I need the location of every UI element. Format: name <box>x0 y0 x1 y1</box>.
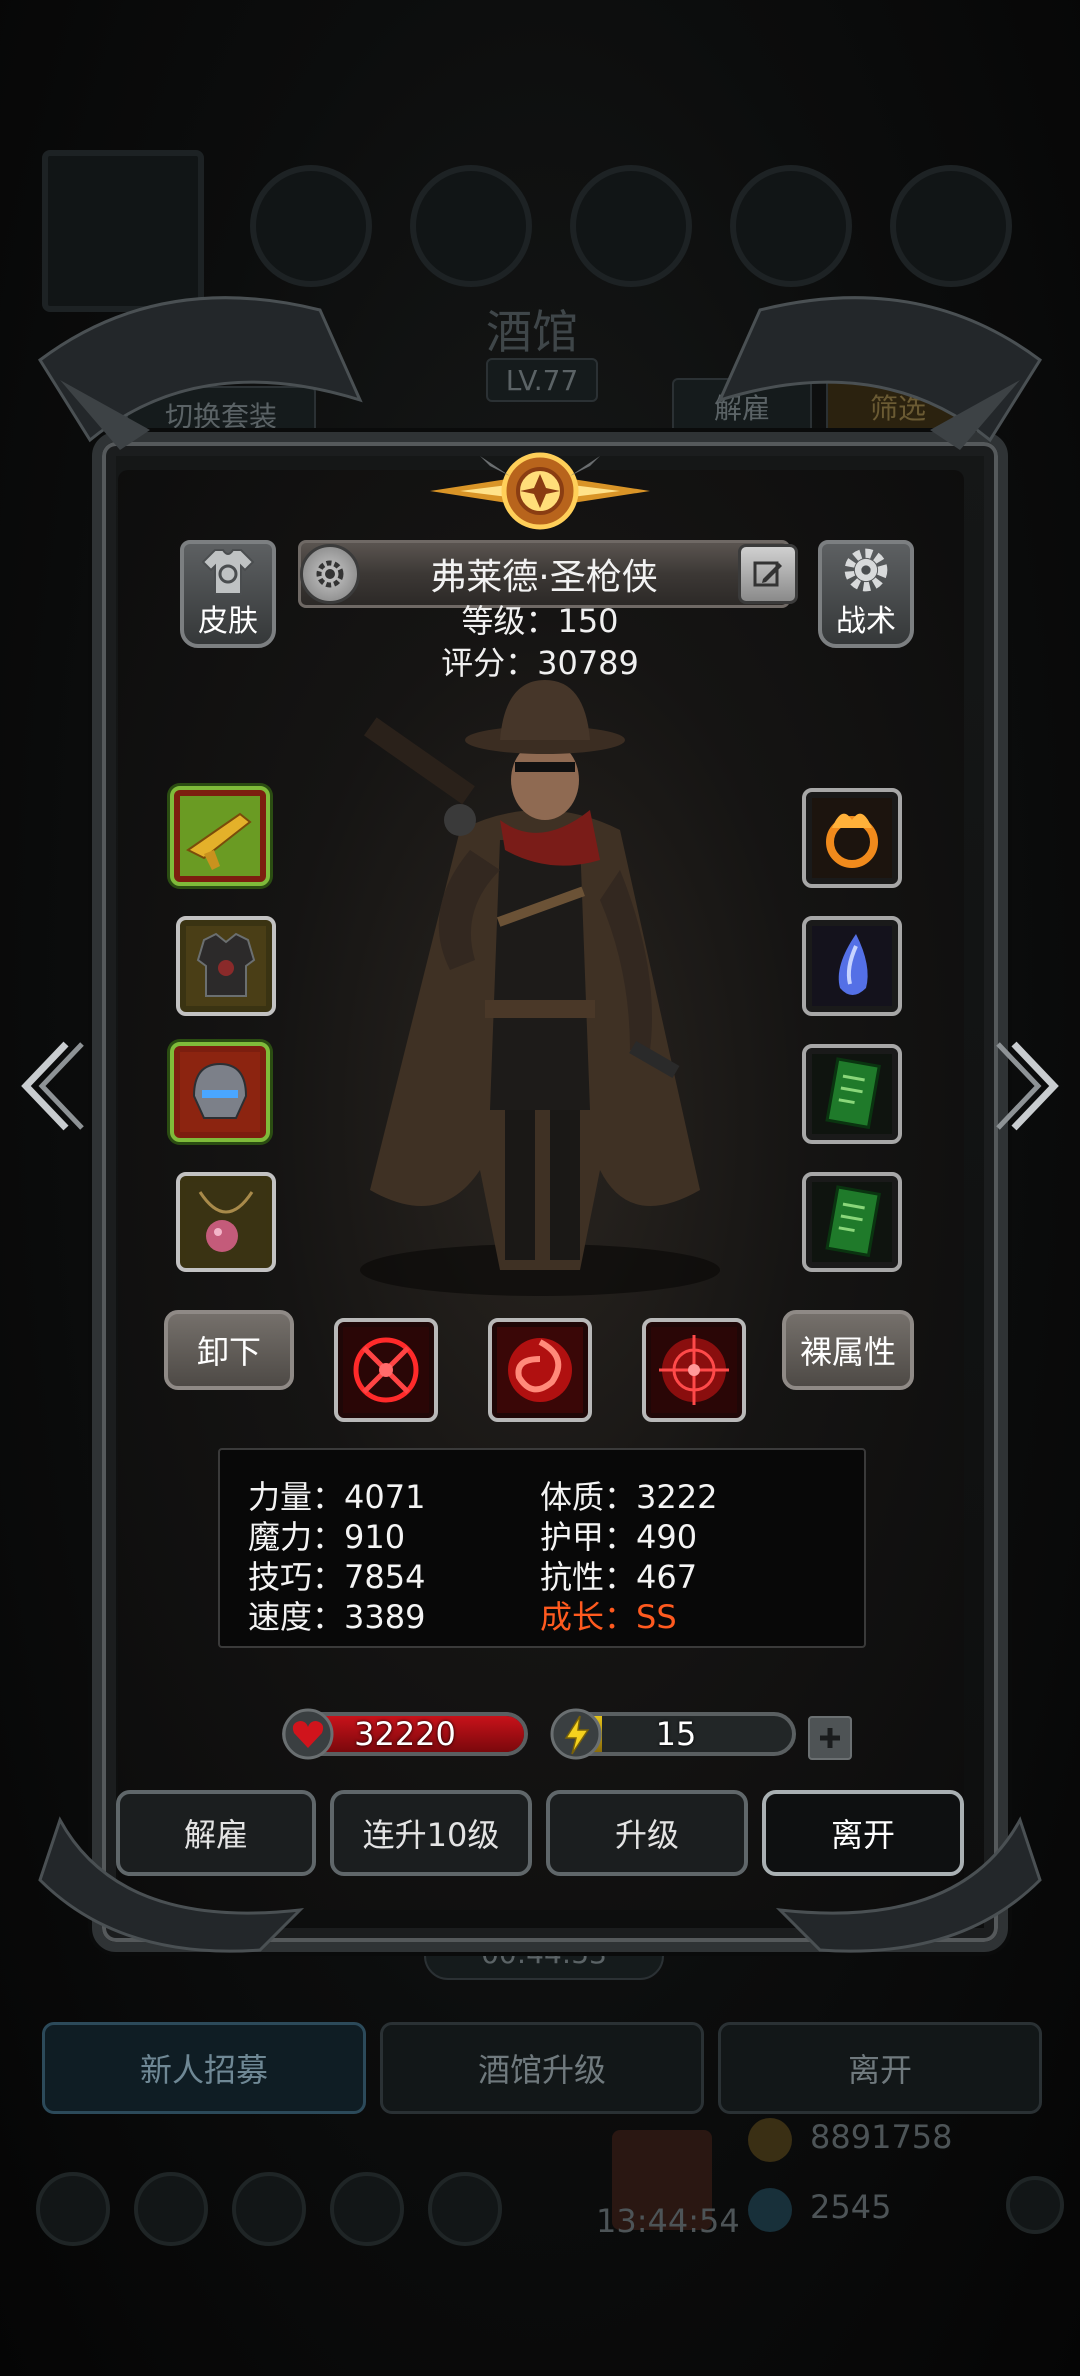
skill-slot-2[interactable] <box>488 1318 592 1422</box>
gold-amount: 8891758 <box>810 2118 953 2156</box>
equip-slot-weapon[interactable] <box>170 786 270 886</box>
next-hero-arrow-icon[interactable] <box>994 1036 1064 1136</box>
plus-icon <box>820 1728 840 1748</box>
golden-gun-icon <box>180 796 260 876</box>
necklace-icon <box>186 1182 266 1262</box>
stat-speed: 速度：3389 <box>248 1598 426 1636</box>
add-currency-icon[interactable] <box>1006 2176 1064 2234</box>
gem-amount: 2545 <box>810 2188 892 2226</box>
hero-character-portrait <box>360 680 720 1296</box>
level-up-10-button[interactable]: 连升10级 <box>330 1790 532 1876</box>
skill-slot-3[interactable] <box>642 1318 746 1422</box>
add-energy-button[interactable] <box>808 1716 852 1760</box>
bottom-nav-icon-2[interactable] <box>134 2172 208 2246</box>
bottom-nav-icon-3[interactable] <box>232 2172 306 2246</box>
base-attributes-button[interactable]: 裸属性 <box>782 1310 914 1390</box>
rename-edit-icon[interactable] <box>738 544 798 604</box>
heart-icon <box>282 1708 334 1760</box>
blue-crystal-icon <box>812 926 892 1006</box>
crosshair-skill-icon <box>343 1327 429 1413</box>
equip-slot-necklace[interactable] <box>176 1172 276 1272</box>
gift-timer: 13:44:54 <box>596 2202 740 2240</box>
equip-slot-ring-fire[interactable] <box>802 788 902 888</box>
gold-coin-icon <box>748 2118 792 2162</box>
bg-leave-button[interactable]: 离开 <box>718 2022 1042 2114</box>
dismiss-hero-button[interactable]: 解雇 <box>116 1790 316 1876</box>
target-skill-icon <box>651 1327 737 1413</box>
tactics-label: 战术 <box>836 604 896 639</box>
recruit-button[interactable]: 新人招募 <box>42 2022 366 2114</box>
hero-name: 弗莱德·圣枪侠 <box>430 557 658 598</box>
chest-armor-icon <box>186 926 266 1006</box>
hero-level: 等级：150 <box>461 602 619 640</box>
hero-class-gear-icon[interactable] <box>300 544 360 604</box>
tavern-upgrade-button[interactable]: 酒馆升级 <box>380 2022 704 2114</box>
fire-ring-icon <box>812 798 892 878</box>
equip-slot-card-2[interactable] <box>802 1172 902 1272</box>
bottom-nav-icon-1[interactable] <box>36 2172 110 2246</box>
tactics-button[interactable]: 战术 <box>818 540 914 648</box>
equip-slot-card-1[interactable] <box>802 1044 902 1144</box>
lightning-icon <box>550 1708 602 1760</box>
green-card-icon <box>812 1182 892 1262</box>
skin-button[interactable]: 皮肤 <box>180 540 276 648</box>
previous-hero-arrow-icon[interactable] <box>16 1036 86 1136</box>
equip-slot-helmet[interactable] <box>170 1042 270 1142</box>
gear-icon <box>844 548 888 592</box>
skin-label: 皮肤 <box>198 604 258 639</box>
shirt-icon <box>201 549 255 595</box>
stat-growth: 成长：SS <box>540 1598 677 1636</box>
leave-button[interactable]: 离开 <box>762 1790 964 1876</box>
hero-emblem-icon <box>430 452 650 530</box>
equip-slot-gem[interactable] <box>802 916 902 1016</box>
helmet-icon <box>180 1052 260 1132</box>
vortex-skill-icon <box>497 1327 583 1413</box>
unequip-button[interactable]: 卸下 <box>164 1310 294 1390</box>
bottom-nav-icon-5[interactable] <box>428 2172 502 2246</box>
level-up-button[interactable]: 升级 <box>546 1790 748 1876</box>
equip-slot-armor[interactable] <box>176 916 276 1016</box>
bottom-nav-icon-4[interactable] <box>330 2172 404 2246</box>
green-card-icon <box>812 1054 892 1134</box>
skill-slot-1[interactable] <box>334 1318 438 1422</box>
gem-icon <box>748 2188 792 2232</box>
